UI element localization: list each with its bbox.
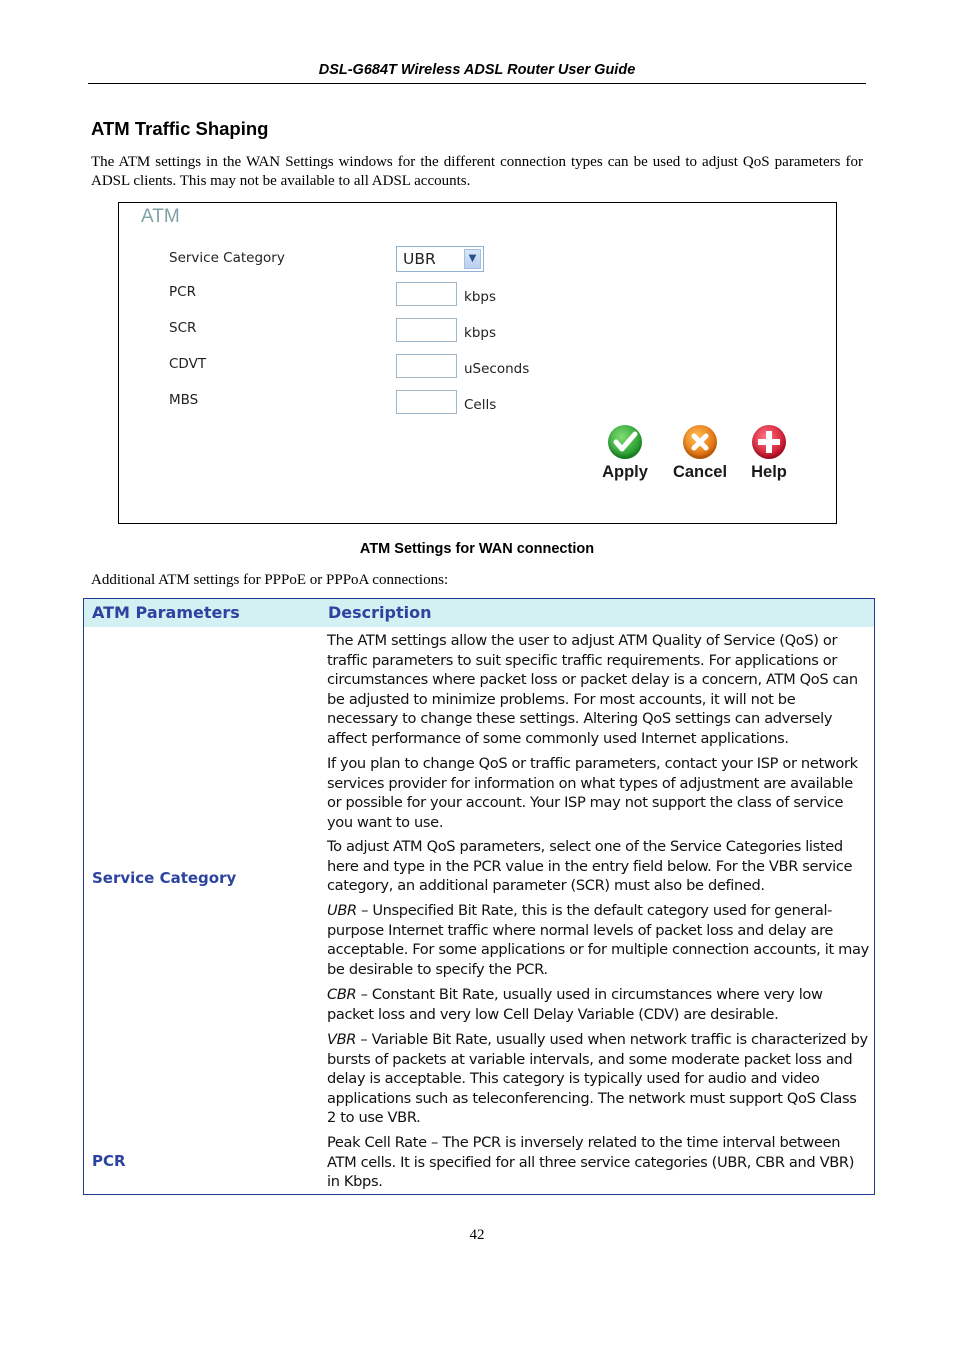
param-pcr: PCR	[92, 1152, 126, 1170]
x-icon	[683, 425, 717, 459]
desc-paragraph: The ATM settings allow the user to adjus…	[327, 632, 858, 747]
help-label: Help	[751, 463, 787, 481]
header-atm-parameters: ATM Parameters	[92, 603, 240, 622]
mbs-label: MBS	[169, 392, 199, 408]
sub-intro-text: Additional ATM settings for PPPoE or PPP…	[91, 572, 449, 588]
desc-paragraph-pcr: Peak Cell Rate – The PCR is inversely re…	[327, 1134, 855, 1190]
apply-button[interactable]: Apply	[595, 425, 655, 482]
scr-label: SCR	[169, 320, 197, 336]
scr-input[interactable]	[396, 318, 457, 342]
intro-paragraph: The ATM settings in the WAN Settings win…	[91, 154, 863, 189]
running-header: DSL-G684T Wireless ADSL Router User Guid…	[318, 62, 636, 78]
desc-paragraph: To adjust ATM QoS parameters, select one…	[327, 838, 853, 894]
mbs-row: MBS Cells	[119, 390, 836, 416]
help-button[interactable]: Help	[739, 425, 799, 482]
scr-row: SCR kbps	[119, 318, 836, 344]
service-category-label: Service Category	[169, 250, 285, 266]
cdvt-input[interactable]	[396, 354, 457, 378]
mbs-unit: Cells	[464, 397, 497, 413]
ubr-text: – Unspecified Bit Rate, this is the defa…	[327, 902, 869, 978]
header-description: Description	[328, 603, 432, 622]
desc-paragraph-cbr: CBR – Constant Bit Rate, usually used in…	[327, 985, 869, 1024]
param-service-category: Service Category	[92, 869, 237, 887]
service-category-row: Service Category UBR ▼	[119, 246, 836, 274]
pcr-label: PCR	[169, 284, 196, 300]
cdvt-row: CDVT uSeconds	[119, 354, 836, 380]
mbs-input[interactable]	[396, 390, 457, 414]
page-number: 42	[469, 1227, 485, 1243]
cdvt-label: CDVT	[169, 356, 207, 372]
scr-unit: kbps	[464, 325, 496, 341]
service-category-select[interactable]: UBR ▼	[396, 246, 484, 272]
cdvt-unit: uSeconds	[464, 361, 530, 377]
apply-label: Apply	[602, 463, 648, 481]
desc-paragraph: If you plan to change QoS or traffic par…	[327, 755, 858, 831]
cbr-text: – Constant Bit Rate, usually used in cir…	[327, 986, 823, 1023]
cancel-button[interactable]: Cancel	[670, 425, 730, 482]
check-icon	[608, 425, 642, 459]
atm-parameters-table: ATM Parameters Description Service Categ…	[83, 598, 875, 1195]
atm-panel-title: ATM	[141, 206, 180, 227]
figure-caption: ATM Settings for WAN connection	[359, 541, 595, 557]
desc-paragraph-ubr: UBR – Unspecified Bit Rate, this is the …	[327, 901, 869, 979]
plus-icon	[752, 425, 786, 459]
header-rule	[88, 83, 866, 84]
pcr-unit: kbps	[464, 289, 496, 305]
desc-paragraph-vbr: VBR – Variable Bit Rate, usually used wh…	[327, 1030, 869, 1128]
vbr-term: VBR	[327, 1031, 357, 1048]
chevron-down-icon[interactable]: ▼	[464, 249, 481, 269]
section-title: ATM Traffic Shaping	[91, 118, 269, 139]
atm-settings-panel: ATM Service Category UBR ▼ PCR kbps SCR …	[118, 202, 837, 524]
ubr-term: UBR	[327, 902, 357, 919]
service-category-value: UBR	[403, 250, 436, 268]
pcr-row: PCR kbps	[119, 282, 836, 308]
vbr-text: – Variable Bit Rate, usually used when n…	[327, 1031, 868, 1126]
table-header-row: ATM Parameters Description	[84, 599, 874, 627]
cbr-term: CBR	[327, 986, 357, 1003]
cancel-label: Cancel	[672, 463, 728, 481]
pcr-input[interactable]	[396, 282, 457, 306]
